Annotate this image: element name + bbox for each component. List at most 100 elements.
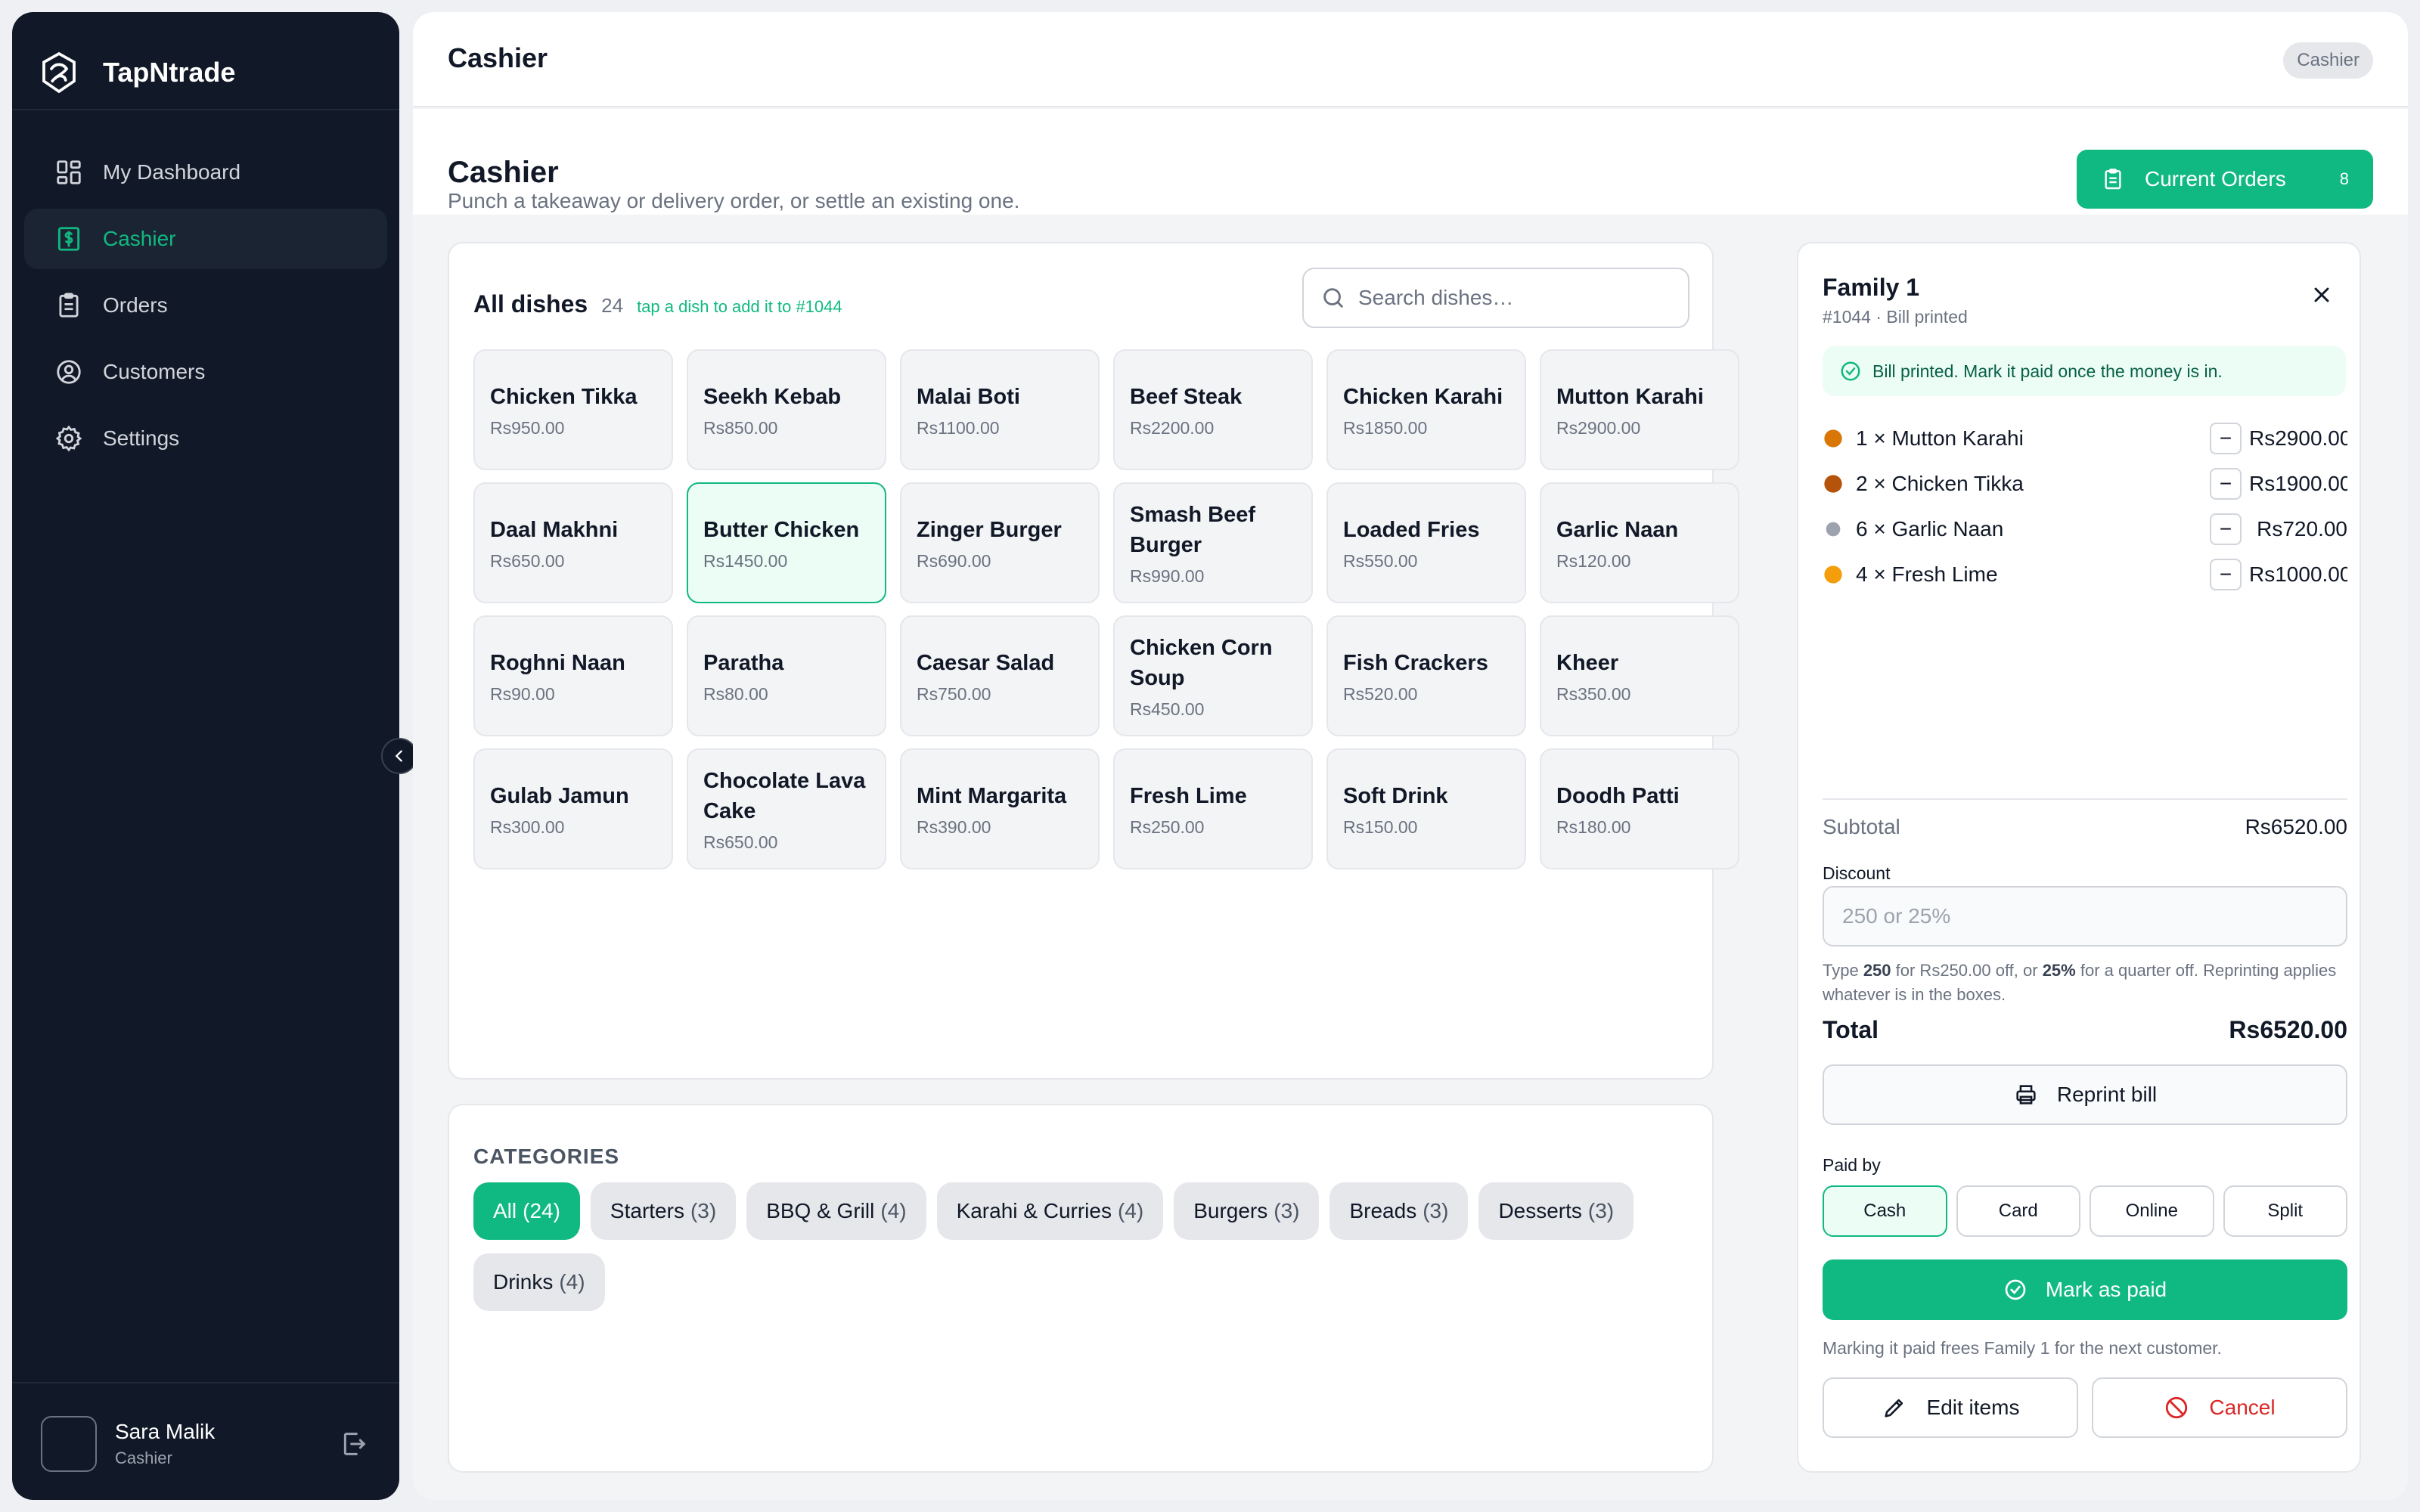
role-badge: Cashier	[2283, 42, 2373, 79]
current-orders-button[interactable]: Current Orders 8	[2077, 150, 2373, 209]
printer-icon	[2016, 1085, 2036, 1105]
dish-card[interactable]: Fish Crackers Rs520.00	[1326, 615, 1526, 736]
dish-card[interactable]: Seekh Kebab Rs850.00	[687, 349, 886, 470]
dish-card[interactable]: Kheer Rs350.00	[1540, 615, 1739, 736]
mark-as-paid-button[interactable]: Mark as paid	[1823, 1259, 2347, 1320]
categories-panel: CATEGORIES All (24) Starters (3) BBQ & Grill…	[448, 1104, 1714, 1473]
dish-card[interactable]: Gulab Jamun Rs300.00	[473, 748, 673, 869]
search-input[interactable]	[1358, 286, 1676, 310]
category-label: Starters	[610, 1199, 684, 1222]
category-label: Drinks	[493, 1270, 554, 1294]
main-area: Cashier Cashier Cashier Punch a takeaway…	[413, 12, 2408, 1500]
category-count: (24)	[523, 1199, 560, 1222]
sidebar-item-settings[interactable]: Settings	[24, 408, 387, 469]
category-chip[interactable]: Starters (3)	[590, 1182, 737, 1240]
dishes-count: 24	[601, 294, 624, 317]
dish-card[interactable]: Doodh Patti Rs180.00	[1540, 748, 1739, 869]
dish-name: Fresh Lime	[1130, 783, 1247, 808]
reprint-label: Reprint bill	[2056, 1083, 2158, 1106]
category-chip[interactable]: Breads (3)	[1329, 1182, 1469, 1240]
dish-name: Garlic Naan	[1556, 517, 1679, 542]
dish-card[interactable]: Chicken Tikka Rs950.00	[473, 349, 673, 470]
decrease-quantity-button[interactable]: −	[2210, 559, 2242, 590]
dish-card[interactable]: Chocolate Lava Cake Rs650.00	[687, 748, 886, 869]
order-line-label: 6 × Garlic Naan	[1856, 517, 2004, 541]
dish-card[interactable]: Garlic Naan Rs120.00	[1540, 482, 1739, 603]
dish-name: Kheer	[1556, 650, 1619, 675]
reprint-bill-button[interactable]: Reprint bill	[1823, 1064, 2347, 1125]
dish-price: Rs850.00	[703, 417, 778, 438]
category-chip[interactable]: Drinks (4)	[473, 1253, 605, 1311]
edit-items-label: Edit items	[1926, 1396, 2020, 1419]
dish-card[interactable]: Daal Makhni Rs650.00	[473, 482, 673, 603]
payment-method-cash[interactable]: Cash	[1823, 1185, 1947, 1237]
decrease-quantity-button[interactable]: −	[2210, 468, 2242, 500]
drumstick-icon	[1824, 475, 1842, 493]
dish-card[interactable]: Smash Beef Burger Rs990.00	[1113, 482, 1313, 603]
dish-card[interactable]: Beef Steak Rs2200.00	[1113, 349, 1313, 470]
dish-card[interactable]: Mint Margarita Rs390.00	[900, 748, 1100, 869]
order-line: 4 × Fresh Lime − Rs1000.00	[1823, 552, 2347, 597]
payment-method-split[interactable]: Split	[2223, 1185, 2347, 1237]
dish-card[interactable]: Loaded Fries Rs550.00	[1326, 482, 1526, 603]
brand-divider	[12, 109, 399, 110]
dish-name: Chicken Karahi	[1343, 384, 1503, 409]
sidebar-item-customers[interactable]: Customers	[24, 342, 387, 402]
category-chip[interactable]: BBQ & Grill (4)	[746, 1182, 926, 1240]
dishes-header: All dishes 24 tap a dish to add it to #1…	[473, 290, 842, 318]
category-count: (3)	[1423, 1199, 1449, 1222]
dish-card[interactable]: Fresh Lime Rs250.00	[1113, 748, 1313, 869]
sidebar-item-orders[interactable]: Orders	[24, 275, 387, 336]
dish-card[interactable]: Paratha Rs80.00	[687, 615, 886, 736]
check-circle-icon	[2005, 1279, 2026, 1300]
search-box[interactable]	[1302, 268, 1689, 328]
decrease-quantity-button[interactable]: −	[2210, 513, 2242, 545]
sidebar-item-label: My Dashboard	[103, 160, 241, 184]
dish-price: Rs990.00	[1130, 565, 1205, 586]
clipboard-icon	[2105, 169, 2121, 190]
sidebar-item-dashboard[interactable]: My Dashboard	[24, 142, 387, 203]
dish-price: Rs390.00	[917, 816, 991, 837]
sidebar-item-cashier[interactable]: Cashier	[24, 209, 387, 269]
payment-method-online[interactable]: Online	[2090, 1185, 2214, 1237]
dish-price: Rs300.00	[490, 816, 565, 837]
dish-card[interactable]: Soft Drink Rs150.00	[1326, 748, 1526, 869]
category-chip[interactable]: Burgers (3)	[1174, 1182, 1320, 1240]
category-chip[interactable]: Desserts (3)	[1478, 1182, 1634, 1240]
dish-name: Chicken Tikka	[490, 384, 638, 409]
dish-card[interactable]: Chicken Karahi Rs1850.00	[1326, 349, 1526, 470]
dish-price: Rs690.00	[917, 550, 991, 571]
dish-price: Rs650.00	[703, 832, 778, 852]
edit-items-button[interactable]: Edit items	[1823, 1377, 2078, 1438]
sidebar-collapse-button[interactable]	[381, 738, 417, 774]
dish-card[interactable]: Roghni Naan Rs90.00	[473, 615, 673, 736]
close-icon[interactable]	[2310, 283, 2334, 307]
dish-card[interactable]: Chicken Corn Soup Rs450.00	[1113, 615, 1313, 736]
dish-card[interactable]: Butter Chicken Rs1450.00	[687, 482, 886, 603]
dish-card[interactable]: Zinger Burger Rs690.00	[900, 482, 1100, 603]
logout-icon[interactable]	[339, 1429, 369, 1459]
decrease-quantity-button[interactable]: −	[2210, 423, 2242, 454]
dish-card[interactable]: Caesar Salad Rs750.00	[900, 615, 1100, 736]
dish-price: Rs750.00	[917, 683, 991, 704]
total-row: Total Rs6520.00	[1823, 1016, 2347, 1044]
category-chip[interactable]: All (24)	[473, 1182, 580, 1240]
payment-method-card[interactable]: Card	[1956, 1185, 2080, 1237]
category-count: (3)	[690, 1199, 717, 1222]
dish-price: Rs180.00	[1556, 816, 1631, 837]
cancel-order-button[interactable]: Cancel	[2092, 1377, 2347, 1438]
mark-paid-label: Mark as paid	[2045, 1278, 2167, 1301]
topbar: Cashier Cashier	[413, 12, 2408, 107]
category-chip[interactable]: Karahi & Curries (4)	[936, 1182, 1164, 1240]
naan-icon	[1826, 522, 1841, 537]
order-subtitle: #1044 · Bill printed	[1823, 307, 1968, 327]
dish-price: Rs1100.00	[917, 417, 1000, 438]
discount-input[interactable]	[1823, 886, 2347, 947]
user-info: Sara Malik Cashier	[115, 1420, 215, 1468]
sidebar-item-label: Cashier	[103, 227, 176, 250]
dish-name: Mutton Karahi	[1556, 384, 1704, 409]
paid-note: Marking it paid frees Family 1 for the n…	[1823, 1338, 2222, 1358]
dish-card[interactable]: Malai Boti Rs1100.00	[900, 349, 1100, 470]
dish-card[interactable]: Mutton Karahi Rs2900.00	[1540, 349, 1739, 470]
category-count: (4)	[880, 1199, 907, 1222]
